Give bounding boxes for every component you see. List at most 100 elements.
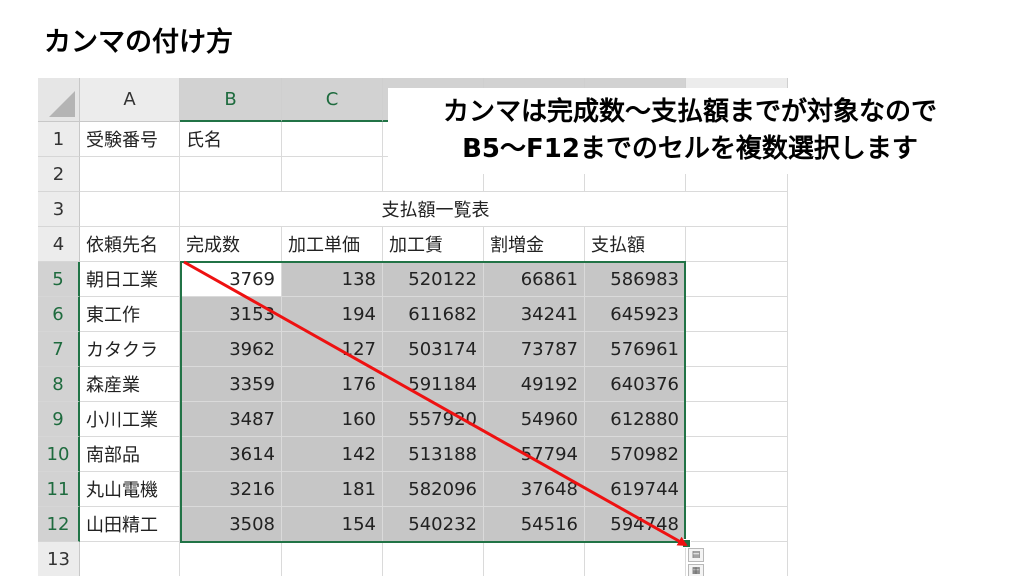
row-header-11[interactable]: 11	[38, 472, 80, 507]
numeric-cell[interactable]: 154	[282, 507, 383, 542]
numeric-cell[interactable]: 160	[282, 402, 383, 437]
numeric-cell[interactable]: 619744	[585, 472, 686, 507]
column-header-a[interactable]: A	[80, 78, 180, 122]
company-name-cell[interactable]: カタクラ	[80, 332, 180, 367]
row-header-10[interactable]: 10	[38, 437, 80, 472]
numeric-cell[interactable]: 3153	[180, 297, 282, 332]
column-label-cell[interactable]: 完成数	[180, 227, 282, 262]
column-label-cell[interactable]: 加工単価	[282, 227, 383, 262]
row-header-13[interactable]: 13	[38, 542, 80, 576]
row-header-1[interactable]: 1	[38, 122, 80, 157]
grid-cell[interactable]	[383, 542, 484, 576]
numeric-cell[interactable]: 181	[282, 472, 383, 507]
numeric-cell[interactable]: 557920	[383, 402, 484, 437]
numeric-cell[interactable]: 640376	[585, 367, 686, 402]
grid-cell[interactable]	[484, 542, 585, 576]
grid-cell[interactable]	[686, 332, 788, 367]
column-header-b[interactable]: B	[180, 78, 282, 122]
numeric-cell[interactable]: 54960	[484, 402, 585, 437]
numeric-cell[interactable]: 3508	[180, 507, 282, 542]
grid-cell[interactable]	[282, 157, 383, 192]
company-name-cell[interactable]: 山田精工	[80, 507, 180, 542]
numeric-cell[interactable]: 3487	[180, 402, 282, 437]
row-header-5[interactable]: 5	[38, 262, 80, 297]
grid-cell[interactable]	[80, 157, 180, 192]
numeric-cell[interactable]: 3614	[180, 437, 282, 472]
column-label-cell[interactable]: 依頼先名	[80, 227, 180, 262]
grid-cell[interactable]	[686, 507, 788, 542]
numeric-cell[interactable]: 576961	[585, 332, 686, 367]
grid-cell[interactable]	[686, 367, 788, 402]
grid-cell[interactable]	[686, 472, 788, 507]
numeric-cell[interactable]: 3962	[180, 332, 282, 367]
select-all-corner[interactable]	[38, 78, 80, 122]
numeric-cell[interactable]: 594748	[585, 507, 686, 542]
company-name-cell[interactable]: 森産業	[80, 367, 180, 402]
cell-header-text[interactable]: 受験番号	[80, 122, 180, 157]
grid-cell[interactable]	[686, 297, 788, 332]
grid-cell[interactable]	[80, 192, 180, 227]
grid-cell[interactable]	[686, 227, 788, 262]
grid-cell[interactable]	[80, 542, 180, 576]
cell-header-text[interactable]: 氏名	[180, 122, 282, 157]
row-header-2[interactable]: 2	[38, 157, 80, 192]
grid-cell[interactable]	[686, 192, 788, 227]
numeric-cell[interactable]: 582096	[383, 472, 484, 507]
column-label-cell[interactable]: 加工賃	[383, 227, 484, 262]
numeric-cell[interactable]: 57794	[484, 437, 585, 472]
grid-cell[interactable]	[282, 542, 383, 576]
fill-handle[interactable]	[682, 539, 691, 548]
numeric-cell[interactable]: 49192	[484, 367, 585, 402]
company-name-cell[interactable]: 丸山電機	[80, 472, 180, 507]
company-name-cell[interactable]: 東工作	[80, 297, 180, 332]
numeric-cell[interactable]: 540232	[383, 507, 484, 542]
grid-cell[interactable]	[180, 157, 282, 192]
grid-cell[interactable]	[686, 262, 788, 297]
numeric-cell[interactable]: 34241	[484, 297, 585, 332]
company-name-cell[interactable]: 小川工業	[80, 402, 180, 437]
numeric-cell[interactable]: 176	[282, 367, 383, 402]
numeric-cell[interactable]: 127	[282, 332, 383, 367]
row-header-12[interactable]: 12	[38, 507, 80, 542]
grid-cell[interactable]	[180, 542, 282, 576]
numeric-cell[interactable]: 586983	[585, 262, 686, 297]
grid-cell[interactable]	[282, 122, 383, 157]
quick-analysis-icon[interactable]: ▤	[688, 548, 704, 562]
numeric-cell[interactable]: 66861	[484, 262, 585, 297]
paste-options-icon[interactable]: ▦	[688, 564, 704, 576]
company-name-cell[interactable]: 朝日工業	[80, 262, 180, 297]
numeric-cell[interactable]: 37648	[484, 472, 585, 507]
numeric-cell[interactable]: 73787	[484, 332, 585, 367]
page-title: カンマの付け方	[44, 27, 233, 58]
numeric-cell[interactable]: 142	[282, 437, 383, 472]
row-header-8[interactable]: 8	[38, 367, 80, 402]
table-title: 支払額一覧表	[180, 192, 691, 227]
numeric-cell[interactable]: 3216	[180, 472, 282, 507]
numeric-cell[interactable]: 503174	[383, 332, 484, 367]
numeric-cell[interactable]: 611682	[383, 297, 484, 332]
numeric-cell[interactable]: 570982	[585, 437, 686, 472]
column-label-cell[interactable]: 支払額	[585, 227, 686, 262]
callout-line-1: カンマは完成数〜支払額までが対象なので	[442, 97, 937, 127]
grid-cell[interactable]	[585, 542, 686, 576]
numeric-cell[interactable]: 513188	[383, 437, 484, 472]
numeric-cell[interactable]: 54516	[484, 507, 585, 542]
numeric-cell[interactable]: 591184	[383, 367, 484, 402]
column-header-c[interactable]: C	[282, 78, 383, 122]
numeric-cell[interactable]: 612880	[585, 402, 686, 437]
row-header-9[interactable]: 9	[38, 402, 80, 437]
row-header-7[interactable]: 7	[38, 332, 80, 367]
row-header-4[interactable]: 4	[38, 227, 80, 262]
numeric-cell[interactable]: 3359	[180, 367, 282, 402]
row-header-3[interactable]: 3	[38, 192, 80, 227]
numeric-cell[interactable]: 645923	[585, 297, 686, 332]
numeric-cell[interactable]: 138	[282, 262, 383, 297]
numeric-cell[interactable]: 520122	[383, 262, 484, 297]
grid-cell[interactable]	[686, 437, 788, 472]
company-name-cell[interactable]: 南部品	[80, 437, 180, 472]
column-label-cell[interactable]: 割増金	[484, 227, 585, 262]
numeric-cell[interactable]: 3769	[180, 262, 282, 297]
grid-cell[interactable]	[686, 402, 788, 437]
numeric-cell[interactable]: 194	[282, 297, 383, 332]
row-header-6[interactable]: 6	[38, 297, 80, 332]
